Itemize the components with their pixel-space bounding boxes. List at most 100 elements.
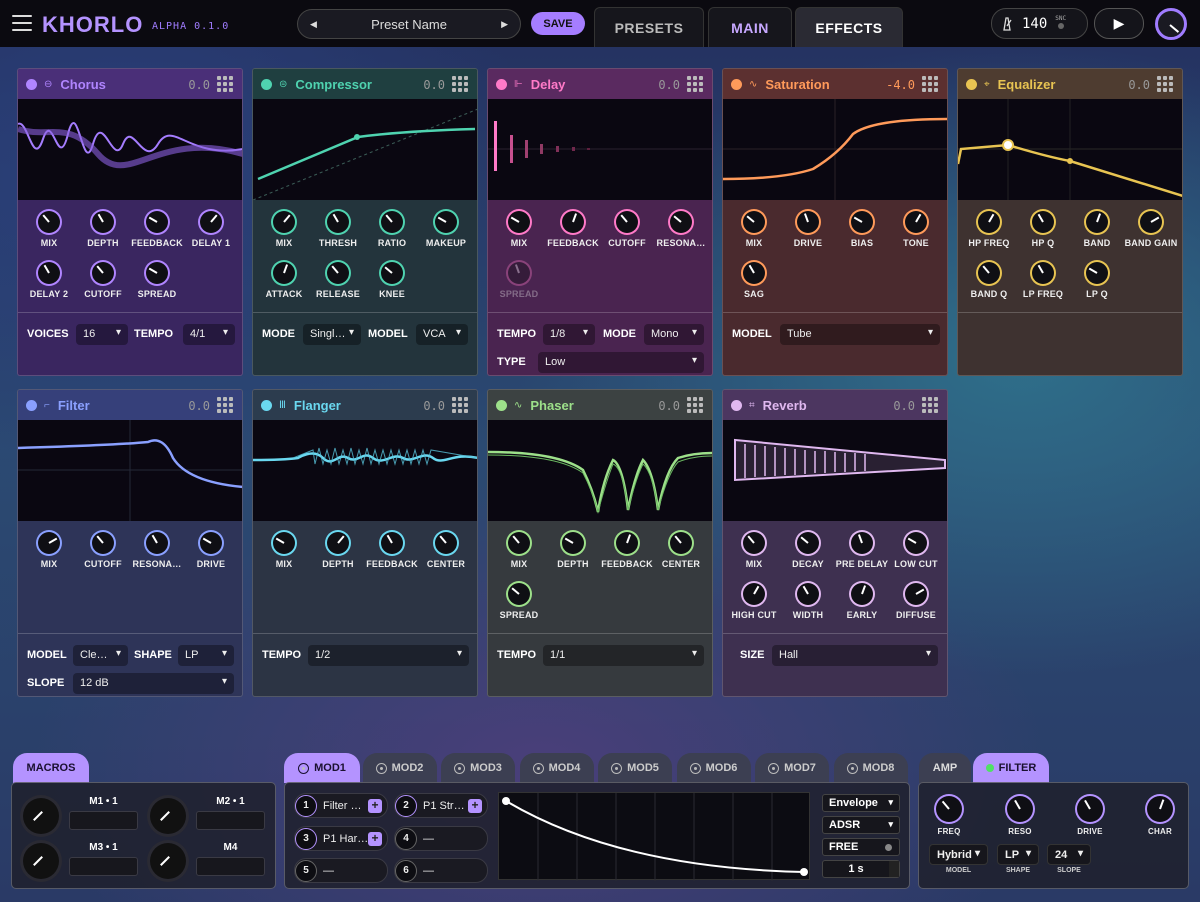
control-select-model[interactable]: Tube <box>780 324 940 345</box>
effect-enable-toggle[interactable] <box>731 78 742 90</box>
knob-delay-2[interactable]: DELAY 2 <box>22 262 76 299</box>
knob-drive[interactable]: DRIVE <box>781 211 835 248</box>
effect-header[interactable]: ⌖ Equalizer 0.0 <box>958 69 1182 99</box>
knob-feedback[interactable]: FEEDBACK <box>546 211 600 248</box>
knob-hp-q[interactable]: HP Q <box>1016 211 1070 248</box>
knob-resona-[interactable]: RESONA… <box>130 532 184 569</box>
knob-band-gain[interactable]: BAND GAIN <box>1124 211 1178 248</box>
effect-header[interactable]: ⊩ Delay 0.0 <box>488 69 712 99</box>
knob-depth[interactable]: DEPTH <box>76 211 130 248</box>
knob-mix[interactable]: MIX <box>492 532 546 569</box>
effect-enable-toggle[interactable] <box>731 399 742 411</box>
knob-cutoff[interactable]: CUTOFF <box>76 262 130 299</box>
envelope-graph[interactable] <box>498 792 810 881</box>
knob-feedback[interactable]: FEEDBACK <box>130 211 184 248</box>
knob-mix[interactable]: MIX <box>257 211 311 248</box>
save-button[interactable]: SAVE <box>531 12 585 35</box>
knob-bias[interactable]: BIAS <box>835 211 889 248</box>
drag-handle-icon[interactable] <box>452 76 468 92</box>
control-select-mode[interactable]: Mono <box>644 324 704 345</box>
drag-handle-icon[interactable] <box>922 397 938 413</box>
control-select-slope[interactable]: 12 dB <box>73 673 234 694</box>
tab-amp[interactable]: AMP <box>919 753 971 783</box>
macro-knob[interactable] <box>150 843 186 879</box>
filter-enabled-icon[interactable] <box>985 764 994 772</box>
drag-handle-icon[interactable] <box>217 76 233 92</box>
effect-header[interactable]: Ⅲ Flanger 0.0 <box>253 390 477 420</box>
knob-attack[interactable]: ATTACK <box>257 262 311 299</box>
effect-header[interactable]: ∿ Saturation -4.0 <box>723 69 947 99</box>
knob-thresh[interactable]: THRESH <box>311 211 365 248</box>
mod-slot[interactable]: 6 — <box>394 858 488 883</box>
drag-handle-icon[interactable] <box>452 397 468 413</box>
knob-cutoff[interactable]: CUTOFF <box>600 211 654 248</box>
tab-mod2[interactable]: MOD2 <box>362 753 437 783</box>
sync-toggle[interactable]: SNC <box>1055 15 1066 32</box>
tab-mod6[interactable]: MOD6 <box>676 753 751 783</box>
tab-macros[interactable]: MACROS <box>13 753 89 783</box>
filter-select-model[interactable]: Hybrid <box>929 844 988 865</box>
drag-handle-icon[interactable] <box>687 397 703 413</box>
control-select-mode[interactable]: Singl… <box>303 324 361 345</box>
knob-spread[interactable]: SPREAD <box>130 262 184 299</box>
control-select-shape[interactable]: LP <box>178 645 234 666</box>
knob-knee[interactable]: KNEE <box>365 262 419 299</box>
knob-delay-1[interactable]: DELAY 1 <box>184 211 238 248</box>
knob-spread[interactable]: SPREAD <box>492 583 546 620</box>
knob-depth[interactable]: DEPTH <box>311 532 365 569</box>
tab-mod1[interactable]: MOD1 <box>284 753 360 783</box>
knob-makeup[interactable]: MAKEUP <box>419 211 473 248</box>
bpm-value[interactable]: 140 <box>1022 16 1047 32</box>
control-select-tempo[interactable]: 4/1 <box>183 324 235 345</box>
tab-filter[interactable]: FILTER <box>973 753 1049 783</box>
drag-handle-icon[interactable] <box>687 76 703 92</box>
mod-slot[interactable]: 2 P1 Str… + <box>394 793 488 818</box>
control-select-tempo[interactable]: 1/8 <box>543 324 595 345</box>
mod-type-select[interactable]: Envelope ▾ <box>822 794 900 812</box>
add-target-icon[interactable]: + <box>368 832 382 846</box>
filter-knob-char[interactable]: CHAR <box>1133 796 1187 836</box>
mod-slot[interactable]: 4 — <box>394 826 488 851</box>
knob-mix[interactable]: MIX <box>727 532 781 569</box>
master-volume-knob[interactable] <box>1155 8 1187 40</box>
next-preset-icon[interactable]: ▶ <box>501 19 508 30</box>
macro-knob[interactable] <box>150 798 186 834</box>
mod-slot[interactable]: 5 — <box>294 858 388 883</box>
knob-pre-delay[interactable]: PRE DELAY <box>835 532 889 569</box>
macro-target-slot[interactable] <box>69 857 138 876</box>
knob-band-q[interactable]: BAND Q <box>962 262 1016 299</box>
macro-target-slot[interactable] <box>196 857 265 876</box>
knob-lp-q[interactable]: LP Q <box>1070 262 1124 299</box>
effect-header[interactable]: ⌐ Filter 0.0 <box>18 390 242 420</box>
knob-depth[interactable]: DEPTH <box>546 532 600 569</box>
knob-spread[interactable]: SPREAD <box>492 262 546 299</box>
effect-header[interactable]: ⌗ Reverb 0.0 <box>723 390 947 420</box>
control-select-voices[interactable]: 16 <box>76 324 128 345</box>
knob-sag[interactable]: SAG <box>727 262 781 299</box>
tab-mod7[interactable]: MOD7 <box>755 753 829 783</box>
macro-knob[interactable] <box>23 798 59 834</box>
knob-drive[interactable]: DRIVE <box>184 532 238 569</box>
macro-knob[interactable] <box>23 843 59 879</box>
control-select-tempo[interactable]: 1/2 <box>308 645 469 666</box>
knob-high-cut[interactable]: HIGH CUT <box>727 583 781 620</box>
mod-time-field[interactable]: 1 s <box>822 860 900 878</box>
knob-mix[interactable]: MIX <box>257 532 311 569</box>
metronome-icon[interactable] <box>1000 16 1014 31</box>
drag-handle-icon[interactable] <box>217 397 233 413</box>
knob-low-cut[interactable]: LOW CUT <box>889 532 943 569</box>
knob-mix[interactable]: MIX <box>727 211 781 248</box>
macro-target-slot[interactable] <box>69 811 138 830</box>
effect-enable-toggle[interactable] <box>261 399 272 411</box>
filter-select-shape[interactable]: LP <box>997 844 1039 865</box>
tab-mod5[interactable]: MOD5 <box>598 753 672 783</box>
knob-tone[interactable]: TONE <box>889 211 943 248</box>
tab-mod4[interactable]: MOD4 <box>519 753 594 783</box>
effect-enable-toggle[interactable] <box>496 78 507 90</box>
knob-resona-[interactable]: RESONA… <box>654 211 708 248</box>
effect-enable-toggle[interactable] <box>26 399 37 411</box>
knob-feedback[interactable]: FEEDBACK <box>600 532 654 569</box>
effect-enable-toggle[interactable] <box>26 78 37 90</box>
add-target-icon[interactable]: + <box>368 799 382 813</box>
preset-selector[interactable]: ◀ Preset Name ▶ <box>297 9 521 39</box>
